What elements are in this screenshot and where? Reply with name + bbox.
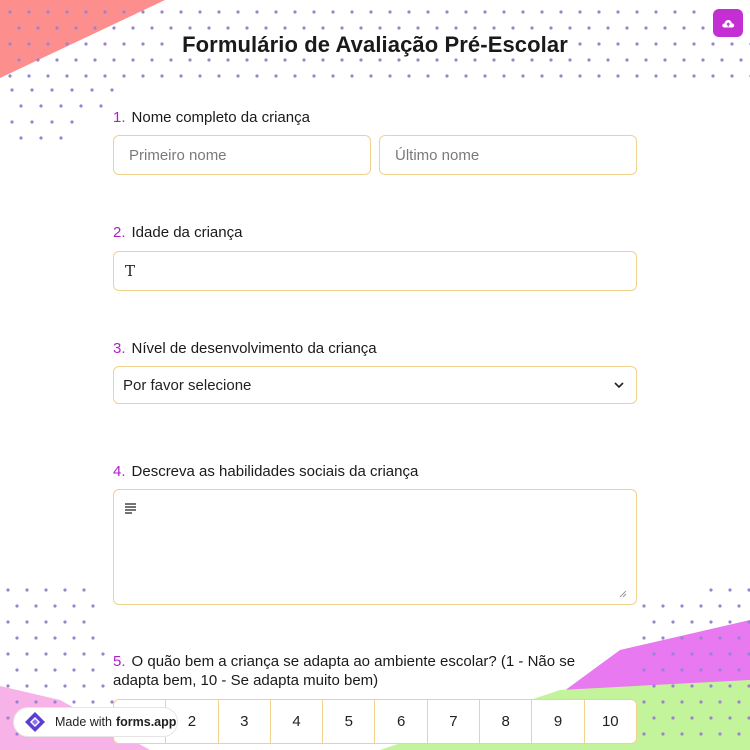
question-2-label: 2. Idade da criança [113,224,243,241]
first-name-placeholder: Primeiro nome [129,147,227,164]
social-skills-textarea[interactable] [113,489,637,605]
badge-brand: forms.app [115,715,177,729]
select-value: Por favor selecione [123,377,252,394]
scale-option-10[interactable]: 10 [583,700,636,743]
question-5-label: 5. O quão bem a criança se adapta ao ambi… [113,653,576,689]
question-number: 1. [113,109,126,126]
last-name-placeholder: Último nome [395,147,480,164]
scale-option-6[interactable]: 6 [374,700,426,743]
made-with-badge[interactable]: Made with forms.app [13,707,178,737]
development-level-select[interactable]: Por favor selecione [113,366,637,404]
age-input[interactable]: T [113,251,637,291]
page-title: Formulário de Avaliação Pré-Escolar [182,32,568,57]
scale-option-4[interactable]: 4 [269,700,322,743]
question-1-label: 1. Nome completo da criança [113,109,310,126]
question-3-label: 3. Nível de desenvolvimento da criança [113,340,377,357]
paragraph-lines-icon [125,503,136,514]
scale-option-8[interactable]: 8 [479,700,531,743]
cloud-upload-icon [722,19,735,28]
text-type-icon: T [125,262,136,280]
last-name-input[interactable]: Último nome [379,135,637,175]
scale-option-5[interactable]: 5 [322,700,374,743]
forms-app-logo-icon [25,712,45,732]
adaptation-scale: 12345678910 [113,699,637,744]
scale-option-9[interactable]: 9 [531,700,583,743]
first-name-input[interactable]: Primeiro nome [113,135,371,175]
resize-handle-icon[interactable] [619,590,627,598]
scale-option-7[interactable]: 7 [426,700,479,743]
question-4-label: 4. Descreva as habilidades sociais da cri… [113,463,419,480]
scale-option-3[interactable]: 3 [217,700,270,743]
badge-prefix: Made with [55,715,112,729]
chevron-down-icon [614,382,624,389]
